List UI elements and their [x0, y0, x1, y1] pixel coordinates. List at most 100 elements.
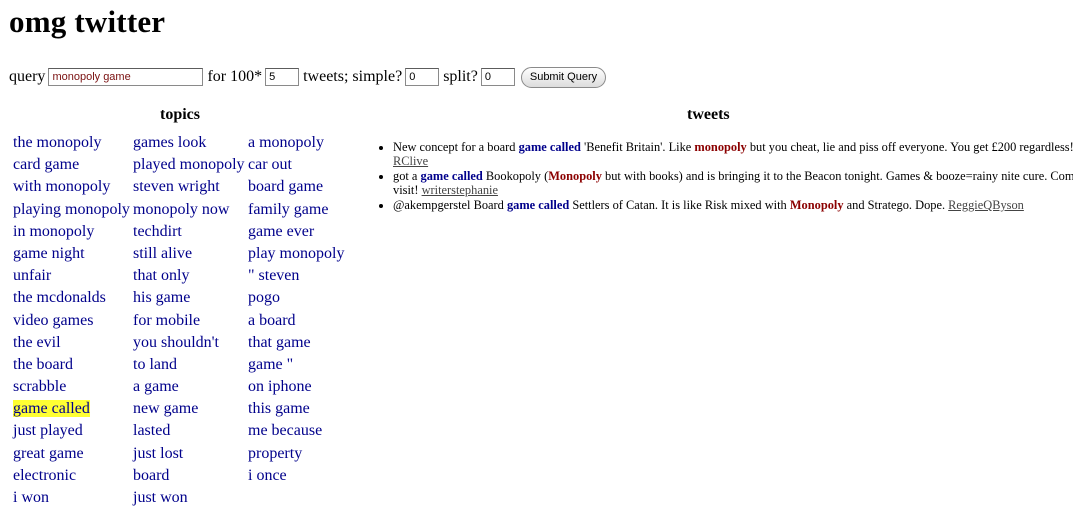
topic-link[interactable]: the board	[13, 354, 133, 376]
topic-link[interactable]: games look	[133, 132, 248, 154]
topic-link[interactable]: great game	[13, 443, 133, 465]
topic-link[interactable]: new game	[133, 398, 248, 420]
topic-link[interactable]: just won	[133, 487, 248, 509]
topic-link[interactable]: family game	[248, 199, 368, 221]
topic-link[interactable]: that only	[133, 265, 248, 287]
topic-link[interactable]: a game	[133, 376, 248, 398]
tweet-item: got a game called Bookopoly (Monopoly bu…	[393, 169, 1073, 197]
topic-label: the board	[13, 355, 73, 373]
topic-link[interactable]: video games	[13, 310, 133, 332]
topic-link[interactable]: game night	[13, 243, 133, 265]
topic-link[interactable]: game ever	[248, 221, 368, 243]
topic-label: the monopoly	[13, 134, 102, 151]
topic-link[interactable]: unfair	[13, 265, 133, 287]
count-input[interactable]	[265, 68, 300, 86]
topic-label: game night	[13, 244, 85, 262]
topic-link[interactable]: card game	[13, 154, 133, 176]
topic-label: a board	[248, 311, 296, 329]
topic-link[interactable]: game called	[13, 398, 133, 420]
topic-link[interactable]: playing monopoly	[13, 199, 133, 221]
topic-link[interactable]: i once	[248, 465, 368, 487]
tweet-keyword: Monopoly	[789, 198, 844, 212]
topic-label: for mobile	[133, 311, 201, 329]
topic-label: great game	[13, 444, 84, 462]
topic-link[interactable]: the evil	[13, 332, 133, 354]
tweet-item: @akempgerstel Board game called Settlers…	[393, 198, 1073, 212]
topic-label: playing monopoly	[13, 200, 130, 218]
topic-label: family game	[248, 200, 329, 218]
topic-link[interactable]: techdirt	[133, 221, 248, 243]
tweet-text: New concept for a board	[393, 140, 519, 154]
tweet-user-link[interactable]: RClive	[393, 154, 428, 168]
tweet-text: Settlers of Catan. It is like Risk mixed…	[569, 198, 790, 212]
topic-label: board	[133, 466, 170, 484]
topic-link[interactable]: me because	[248, 420, 368, 442]
topic-link[interactable]: play monopoly	[248, 243, 368, 265]
topic-link[interactable]: scrabble	[13, 376, 133, 398]
topic-label: steven wright	[133, 178, 220, 196]
topic-label: pogo	[248, 289, 280, 307]
tweet-text: @akempgerstel Board	[393, 198, 507, 212]
topic-label: this game	[248, 400, 310, 418]
topic-link[interactable]: i won	[13, 487, 133, 509]
simple-input[interactable]	[405, 68, 440, 86]
topic-label: game ever	[248, 222, 315, 240]
topic-link[interactable]: just lost	[133, 443, 248, 465]
topics-heading: topics	[160, 106, 200, 123]
tweet-user-link[interactable]: writerstephanie	[422, 183, 498, 197]
topic-label: monopoly now	[133, 200, 230, 218]
topic-link[interactable]: just played	[13, 420, 133, 442]
query-input[interactable]	[48, 68, 204, 86]
topic-label: the mcdonalds	[13, 289, 106, 307]
topic-label: car out	[248, 156, 292, 174]
tweet-text: but you cheat, lie and piss off everyone…	[746, 140, 1073, 154]
topic-label: with monopoly	[13, 178, 111, 196]
topic-link[interactable]: his game	[133, 287, 248, 309]
topic-link[interactable]: a board	[248, 310, 368, 332]
topic-link[interactable]: in monopoly	[13, 221, 133, 243]
topic-link[interactable]: to land	[133, 354, 248, 376]
topic-link[interactable]: lasted	[133, 420, 248, 442]
topic-link[interactable]: a monopoly	[248, 132, 368, 154]
page-title: omg twitter	[9, 4, 166, 39]
topic-link[interactable]: the mcdonalds	[13, 287, 133, 309]
topic-link[interactable]: still alive	[133, 243, 248, 265]
topic-label: card game	[13, 156, 80, 174]
tweets-list: New concept for a board game called 'Ben…	[375, 140, 1073, 213]
topic-link[interactable]: steven wright	[133, 176, 248, 198]
topic-label: a monopoly	[248, 134, 324, 151]
topic-link[interactable]: monopoly now	[133, 199, 248, 221]
topic-link[interactable]: game "	[248, 354, 368, 376]
tweet-text: 'Benefit Britain'. Like	[580, 140, 695, 154]
topic-label: unfair	[13, 267, 52, 285]
split-input[interactable]	[480, 68, 515, 86]
tweet-keyword: game called	[518, 140, 581, 154]
topic-label: played monopoly	[133, 156, 245, 174]
topic-link[interactable]: pogo	[248, 287, 368, 309]
topic-link[interactable]: that game	[248, 332, 368, 354]
topic-link[interactable]: played monopoly	[133, 154, 248, 176]
topic-link[interactable]: car out	[248, 154, 368, 176]
topic-label: me because	[248, 422, 323, 440]
topic-label: video games	[13, 311, 94, 329]
topic-link[interactable]: for mobile	[133, 310, 248, 332]
tweet-item: New concept for a board game called 'Ben…	[393, 140, 1073, 168]
tweet-user-link[interactable]: ReggieQByson	[948, 198, 1024, 212]
topic-link[interactable]: this game	[248, 398, 368, 420]
topic-label: i once	[248, 466, 287, 484]
query-form: query for 100* tweets; simple? split? Su…	[9, 66, 607, 88]
topic-link[interactable]: with monopoly	[13, 176, 133, 198]
submit-query-button[interactable]: Submit Query	[520, 66, 607, 88]
topic-link[interactable]: on iphone	[248, 376, 368, 398]
topic-label: just lost	[133, 444, 184, 462]
topic-label: " steven	[248, 267, 300, 285]
topic-link[interactable]: property	[248, 443, 368, 465]
topic-label: that game	[248, 333, 311, 351]
topic-link[interactable]: the monopoly	[13, 132, 133, 154]
topic-link[interactable]: electronic	[13, 465, 133, 487]
topic-link[interactable]: " steven	[248, 265, 368, 287]
topic-label: in monopoly	[13, 222, 95, 240]
topic-link[interactable]: you shouldn't	[133, 332, 248, 354]
topic-link[interactable]: board	[133, 465, 248, 487]
topic-link[interactable]: board game	[248, 176, 368, 198]
